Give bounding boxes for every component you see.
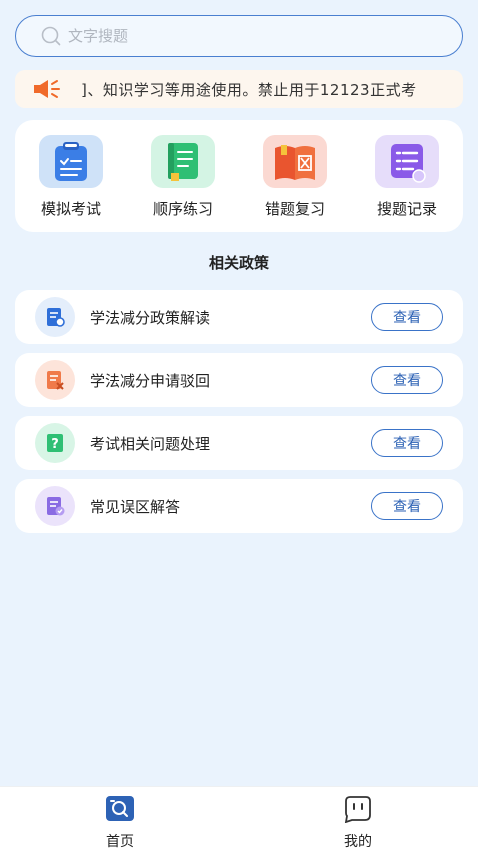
view-button[interactable]: 查看: [371, 366, 443, 394]
quick-item-search-record[interactable]: 搜题记录: [357, 135, 457, 219]
policy-item[interactable]: 学法减分申请驳回 查看: [15, 353, 463, 407]
record-list-icon: [375, 135, 439, 188]
quick-item-wrong-review[interactable]: 错题复习: [245, 135, 345, 219]
notice-bar: ]、知识学习等用途使用。禁止用于12123正式考: [15, 70, 463, 108]
quick-item-label: 搜题记录: [376, 200, 437, 218]
policy-item-title: 学法减分政策解读: [90, 308, 211, 327]
policy-item-title: 常见误区解答: [90, 497, 181, 516]
policy-item[interactable]: 学法减分政策解读 查看: [15, 290, 463, 344]
profile-face-icon: [344, 796, 371, 824]
policy-item[interactable]: 常见误区解答 查看: [15, 479, 463, 533]
tab-home-label: 首页: [106, 834, 134, 850]
quick-item-mock-exam[interactable]: 模拟考试: [21, 135, 121, 219]
notice-text: ]、知识学习等用途使用。禁止用于12123正式考: [81, 80, 417, 99]
home-search-icon: [106, 796, 134, 821]
wrong-book-icon: [263, 135, 327, 188]
quick-item-label: 模拟考试: [40, 200, 101, 218]
tab-mine[interactable]: 我的: [318, 795, 398, 850]
quick-item-sequential-practice[interactable]: 顺序练习: [133, 135, 233, 219]
quick-item-label: 顺序练习: [152, 200, 213, 218]
document-check-icon: [35, 486, 75, 526]
document-reject-icon: [35, 360, 75, 400]
clipboard-icon: [39, 135, 103, 188]
bottom-tab-bar: 首页 我的: [0, 786, 478, 850]
speaker-icon: [34, 80, 60, 98]
tab-mine-label: 我的: [344, 834, 372, 850]
quick-actions-card: 模拟考试 顺序练习 错题复习 搜题记录: [15, 120, 463, 232]
document-search-icon: [35, 297, 75, 337]
view-button[interactable]: 查看: [371, 303, 443, 331]
policy-item-title: 考试相关问题处理: [90, 434, 211, 453]
policy-section-title: 相关政策: [208, 254, 269, 272]
view-button[interactable]: 查看: [371, 429, 443, 457]
policy-item[interactable]: ? 考试相关问题处理 查看: [15, 416, 463, 470]
search-input[interactable]: [68, 27, 428, 45]
quick-item-label: 错题复习: [264, 200, 325, 218]
search-icon: [41, 26, 61, 46]
policy-item-title: 学法减分申请驳回: [90, 371, 211, 390]
tab-home[interactable]: 首页: [80, 795, 160, 850]
search-bar[interactable]: [15, 15, 463, 57]
view-button[interactable]: 查看: [371, 492, 443, 520]
question-icon: ?: [35, 423, 75, 463]
notebook-icon: [151, 135, 215, 188]
svg-text:?: ?: [51, 437, 59, 452]
